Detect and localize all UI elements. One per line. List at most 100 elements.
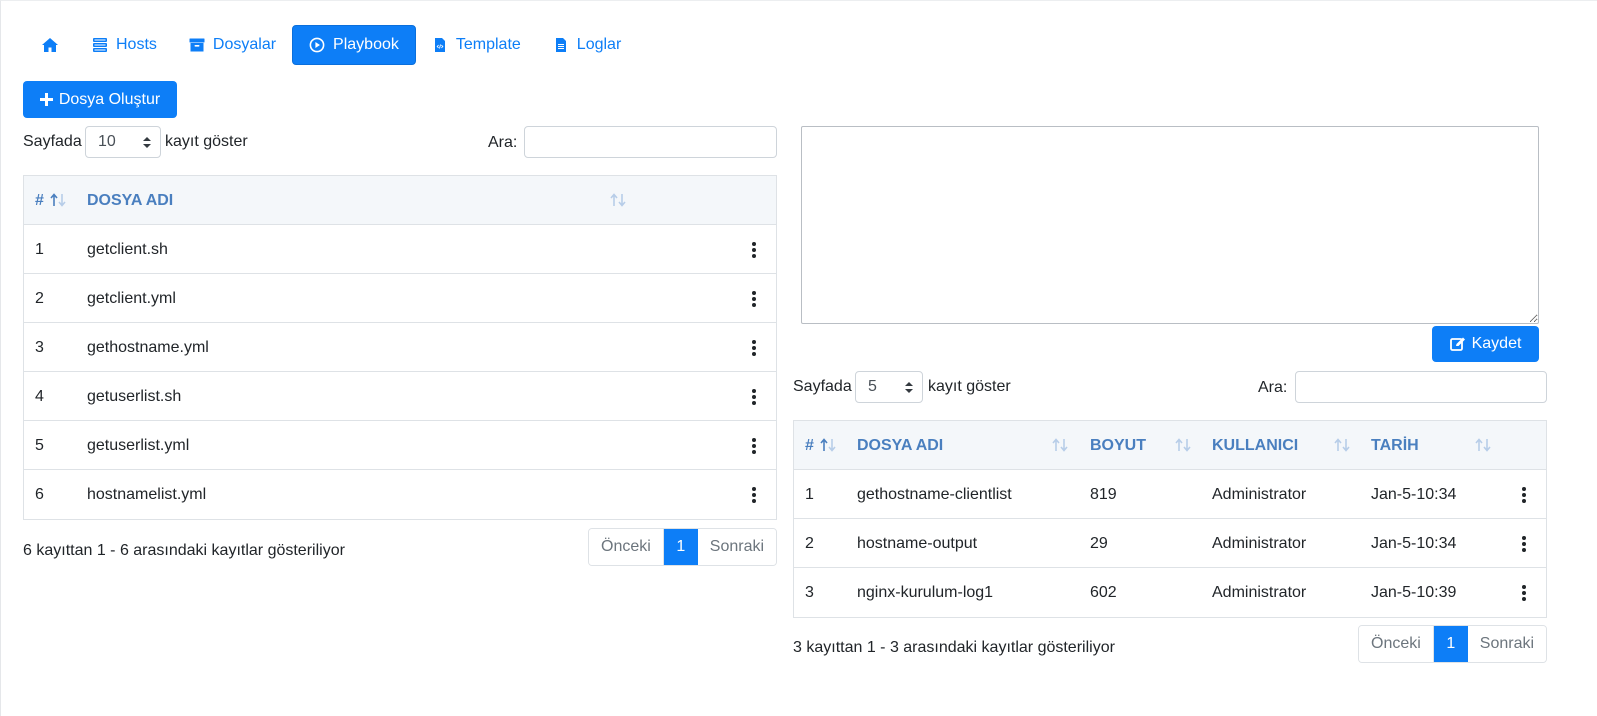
tab-dosyalar[interactable]: Dosyalar <box>173 25 292 65</box>
column-header-number[interactable]: # <box>35 176 44 225</box>
page-1-button[interactable]: 1 <box>1433 626 1468 662</box>
table-row[interactable]: 3 gethostname.yml <box>24 323 776 372</box>
home-icon <box>42 38 58 52</box>
table-row[interactable]: 2 getclient.yml <box>24 274 776 323</box>
row-date: Jan-5-10:34 <box>1371 485 1457 503</box>
tab-template[interactable]: Template <box>416 25 537 65</box>
left-length-prefix: Sayfada <box>23 133 82 150</box>
row-number: 3 <box>805 583 814 601</box>
tab-loglar[interactable]: Loglar <box>537 25 637 65</box>
left-table-info: 6 kayıttan 1 - 6 arasındaki kayıtlar gös… <box>23 542 345 559</box>
column-header-label: # <box>805 436 814 454</box>
kebab-menu-icon[interactable] <box>751 437 757 455</box>
row-size: 602 <box>1090 583 1117 601</box>
sort-icon[interactable] <box>1174 437 1192 453</box>
tab-hosts-label: Hosts <box>116 36 157 53</box>
column-header-label: DOSYA ADI <box>857 436 944 454</box>
tab-template-label: Template <box>455 36 521 53</box>
right-table-info: 3 kayıttan 1 - 3 arasındaki kayıtlar gös… <box>793 639 1115 656</box>
table-row[interactable]: 1 getclient.sh <box>24 225 776 274</box>
row-size: 819 <box>1090 485 1117 503</box>
sort-icon[interactable] <box>609 192 627 208</box>
play-circle-icon <box>309 37 325 53</box>
tab-dosyalar-label: Dosyalar <box>212 36 277 53</box>
left-search-input[interactable] <box>524 126 777 158</box>
row-user: Administrator <box>1212 485 1307 503</box>
column-header-label: BOYUT <box>1090 436 1146 454</box>
row-size: 29 <box>1090 534 1108 552</box>
column-header-filename[interactable]: DOSYA ADI <box>857 421 943 470</box>
nav-tabs: Hosts Dosyalar Playbook Template Loglar <box>24 25 637 65</box>
table-row[interactable]: 1 gethostname-clientlist 819 Administrat… <box>794 470 1546 519</box>
next-page-button[interactable]: Sonraki <box>1467 626 1547 662</box>
row-filename: hostname-output <box>857 534 978 552</box>
row-number: 1 <box>805 485 814 503</box>
playbook-files-table: # DOSYA ADI 1 getclient.sh 2 getclient.y… <box>23 175 777 520</box>
column-header-label: KULLANICI <box>1212 436 1299 454</box>
playbook-editor-textarea[interactable] <box>801 126 1539 324</box>
table-row[interactable]: 3 nginx-kurulum-log1 602 Administrator J… <box>794 568 1546 617</box>
column-header-number[interactable]: # <box>805 421 814 470</box>
tab-playbook[interactable]: Playbook <box>292 25 416 65</box>
create-file-button[interactable]: Dosya Oluştur <box>23 81 177 118</box>
table-body: 1 getclient.sh 2 getclient.yml 3 gethost… <box>24 225 776 519</box>
previous-page-button[interactable]: Önceki <box>1359 626 1434 662</box>
row-date: Jan-5-10:39 <box>1371 583 1457 601</box>
table-row[interactable]: 4 getuserlist.sh <box>24 372 776 421</box>
kebab-menu-icon[interactable] <box>751 241 757 259</box>
column-header-label: TARİH <box>1371 436 1419 454</box>
tab-playbook-label: Playbook <box>333 36 399 53</box>
page: Hosts Dosyalar Playbook Template Loglar … <box>0 0 1597 716</box>
create-file-label: Dosya Oluştur <box>58 90 161 108</box>
kebab-menu-icon[interactable] <box>751 339 757 357</box>
kebab-menu-icon[interactable] <box>751 388 757 406</box>
row-filename: hostnamelist.yml <box>87 485 207 503</box>
kebab-menu-icon[interactable] <box>1521 486 1527 504</box>
sort-asc-icon[interactable] <box>49 192 67 208</box>
tab-hosts[interactable]: Hosts <box>76 25 173 65</box>
sort-asc-icon[interactable] <box>819 437 837 453</box>
kebab-menu-icon[interactable] <box>1521 584 1527 602</box>
column-header-user[interactable]: KULLANICI <box>1212 421 1298 470</box>
right-page-length-select[interactable]: 5 <box>855 371 923 403</box>
next-page-button[interactable]: Sonraki <box>697 529 777 565</box>
row-user: Administrator <box>1212 534 1307 552</box>
row-date: Jan-5-10:34 <box>1371 534 1457 552</box>
column-header-label: DOSYA ADI <box>87 191 174 209</box>
table-row[interactable]: 6 hostnamelist.yml <box>24 470 776 519</box>
kebab-menu-icon[interactable] <box>751 486 757 504</box>
tab-home[interactable] <box>24 25 76 65</box>
previous-page-button[interactable]: Önceki <box>589 529 664 565</box>
kebab-menu-icon[interactable] <box>1521 535 1527 553</box>
save-button[interactable]: Kaydet <box>1432 326 1539 362</box>
right-search-label: Ara: <box>1258 379 1288 396</box>
select-caret-icon <box>905 382 913 393</box>
column-header-filename[interactable]: DOSYA ADI <box>87 176 173 225</box>
row-filename: gethostname-clientlist <box>857 485 1012 503</box>
row-number: 2 <box>805 534 814 552</box>
kebab-menu-icon[interactable] <box>751 290 757 308</box>
save-label: Kaydet <box>1471 335 1522 352</box>
file-code-icon <box>434 38 445 52</box>
column-header-size[interactable]: BOYUT <box>1090 421 1146 470</box>
page-1-button[interactable]: 1 <box>663 529 698 565</box>
select-caret-icon <box>143 137 151 148</box>
right-length-prefix: Sayfada <box>793 378 852 395</box>
left-pagination: Önceki 1 Sonraki <box>588 528 778 566</box>
table-row[interactable]: 5 getuserlist.yml <box>24 421 776 470</box>
output-logs-table: # DOSYA ADI BOYUT KULLANICI TARİH 1 geth… <box>793 420 1547 618</box>
sort-icon[interactable] <box>1474 437 1492 453</box>
right-pagination: Önceki 1 Sonraki <box>1358 625 1548 663</box>
sort-icon[interactable] <box>1051 437 1069 453</box>
row-filename: getuserlist.yml <box>87 436 190 454</box>
right-search-input[interactable] <box>1295 371 1547 403</box>
column-header-date[interactable]: TARİH <box>1371 421 1419 470</box>
row-number: 5 <box>35 436 44 454</box>
table-row[interactable]: 2 hostname-output 29 Administrator Jan-5… <box>794 519 1546 568</box>
sort-icon[interactable] <box>1333 437 1351 453</box>
row-filename: getclient.sh <box>87 240 168 258</box>
row-number: 2 <box>35 289 44 307</box>
row-number: 6 <box>35 485 44 503</box>
column-header-label: # <box>35 191 44 209</box>
left-page-length-select[interactable]: 10 <box>85 126 161 158</box>
